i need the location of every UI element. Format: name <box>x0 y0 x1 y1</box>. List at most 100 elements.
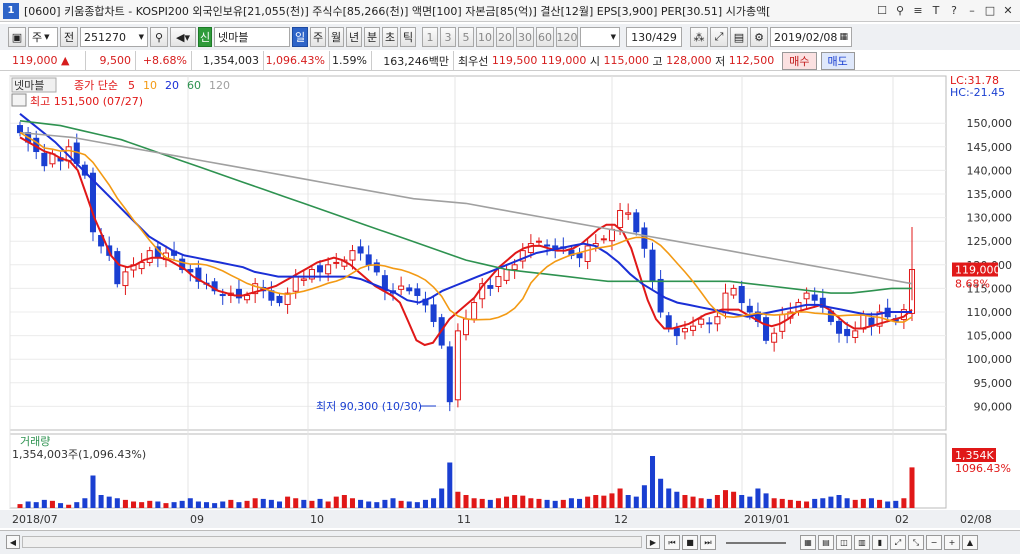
crosshair-icon[interactable]: ⤢ <box>710 27 728 47</box>
expand-icon[interactable]: ⤢ <box>890 535 906 550</box>
volume-bar <box>601 495 607 508</box>
forward-icon[interactable]: ⏭ <box>700 535 716 550</box>
tab-period-year[interactable]: 년 <box>346 27 362 47</box>
interval-30[interactable]: 30 <box>516 27 534 47</box>
tab-period-week[interactable]: 주 <box>310 27 326 47</box>
candle-body <box>690 325 697 331</box>
interval-60[interactable]: 60 <box>536 27 554 47</box>
candle-body <box>511 264 518 271</box>
price-change-pct: +8.68% <box>136 50 192 71</box>
interval-1[interactable]: 1 <box>422 27 438 47</box>
buy-button[interactable]: 매수 <box>782 51 817 70</box>
indicator-icon[interactable]: ⁂ <box>690 27 708 47</box>
tab-period-day[interactable]: 일 <box>292 27 308 47</box>
volume-bar <box>844 498 850 508</box>
candle-body <box>771 332 778 343</box>
volume-bar <box>804 501 810 508</box>
volume-bar <box>479 498 485 508</box>
tab-period-tick[interactable]: 틱 <box>400 27 416 47</box>
candle-body <box>235 288 242 299</box>
tools-icon[interactable]: ≡ <box>910 3 926 18</box>
tab-period-minute[interactable]: 분 <box>364 27 380 47</box>
volume-bar <box>593 495 599 508</box>
candle-body <box>803 292 810 300</box>
up-icon[interactable]: ▲ <box>962 535 978 550</box>
layout-toggle-icon[interactable]: ▣ <box>8 27 26 47</box>
tab-period-second[interactable]: 초 <box>382 27 398 47</box>
search-icon[interactable]: ⚲ <box>150 27 168 47</box>
low-price: 112,500 <box>728 54 775 67</box>
volume-bar <box>98 495 104 508</box>
candle-body <box>16 125 24 134</box>
interval-10[interactable]: 10 <box>476 27 494 47</box>
volume-bar <box>301 499 307 508</box>
interval-120[interactable]: 120 <box>556 27 578 47</box>
volume-bar <box>820 498 826 508</box>
zoom-slider[interactable] <box>726 542 786 544</box>
pin-icon[interactable]: ⚲ <box>892 3 908 18</box>
rewind-icon[interactable]: ⏮ <box>664 535 680 550</box>
bars-icon[interactable]: ▮ <box>872 535 888 550</box>
layout-icon[interactable]: ☐ <box>874 3 890 18</box>
volume-bar <box>122 499 128 508</box>
scroll-track[interactable] <box>22 536 642 548</box>
market-select[interactable]: 주 ▼ <box>28 27 58 47</box>
tab-period-month[interactable]: 월 <box>328 27 344 47</box>
chart-toolbar: ▣ 주 ▼ 전 251270 ▼ ⚲ ◀▾ 신 넷마블 일 주 월 년 분 초 틱 … <box>0 24 1020 50</box>
volume-bar <box>220 501 226 508</box>
volume-bar <box>293 498 299 508</box>
volume-bar <box>544 499 550 508</box>
save-icon[interactable]: ▤ <box>730 27 748 47</box>
sell-button[interactable]: 매도 <box>820 51 855 70</box>
volume-bar <box>901 498 907 508</box>
gear-icon[interactable]: ⚙ <box>750 27 768 47</box>
x-tick-label: 10 <box>310 513 324 526</box>
columns-icon[interactable]: ▥ <box>854 535 870 550</box>
stock-code-input[interactable]: 251270 ▼ <box>80 27 148 47</box>
volume-bar <box>195 501 201 508</box>
interval-custom-select[interactable]: ▼ <box>580 27 620 47</box>
font-icon[interactable]: T <box>928 3 944 18</box>
shrink-icon[interactable]: ⤡ <box>908 535 924 550</box>
chart-area[interactable]: 150,000 145,000 140,000 135,000 130,000 125,0… <box>0 72 1020 530</box>
calendar-icon <box>11 93 27 107</box>
volume-bar <box>487 499 493 508</box>
window-controls: ☐ ⚲ ≡ T ? – □ ✕ <box>874 3 1016 18</box>
market-type-button[interactable]: 전 <box>60 27 78 47</box>
x-tick-label: 2019/01 <box>744 513 790 526</box>
candle-body <box>495 276 502 288</box>
volume-bar <box>114 498 120 508</box>
scroll-left-icon[interactable]: ◀ <box>6 535 20 549</box>
minus-icon[interactable]: − <box>926 535 942 550</box>
interval-5[interactable]: 5 <box>458 27 474 47</box>
stop-icon[interactable]: ■ <box>682 535 698 550</box>
candle-body <box>535 240 542 243</box>
candle-body <box>706 322 713 325</box>
speaker-icon[interactable]: ◀▾ <box>170 27 196 47</box>
volume-bar <box>398 500 404 508</box>
date-input[interactable]: 2019/02/08 ▦ <box>770 27 852 47</box>
volume-bar <box>333 496 339 508</box>
volume-bar <box>309 500 315 508</box>
interval-20[interactable]: 20 <box>496 27 514 47</box>
price-chart[interactable]: 150,000 145,000 140,000 135,000 130,000 125,0… <box>0 72 1020 530</box>
help-icon[interactable]: ? <box>946 3 962 18</box>
volume-bar <box>495 498 501 508</box>
list-icon[interactable]: ▤ <box>818 535 834 550</box>
minimize-icon[interactable]: – <box>964 3 980 18</box>
plus-icon[interactable]: + <box>944 535 960 550</box>
scroll-right-icon[interactable]: ▶ <box>646 535 660 549</box>
x-tick-label: 09 <box>190 513 204 526</box>
legend-ma-20: 20 <box>165 79 179 92</box>
split-icon[interactable]: ◫ <box>836 535 852 550</box>
maximize-icon[interactable]: □ <box>982 3 998 18</box>
grid-icon[interactable]: ▦ <box>800 535 816 550</box>
candle-body <box>681 328 688 333</box>
close-icon[interactable]: ✕ <box>1000 3 1016 18</box>
volume-bar <box>406 501 412 508</box>
volume-pct-stat: 1,096.43% <box>264 50 330 71</box>
volume-bar <box>439 488 445 508</box>
credit-icon[interactable]: 신 <box>198 27 212 47</box>
interval-3[interactable]: 3 <box>440 27 456 47</box>
volume-bar <box>74 502 80 508</box>
